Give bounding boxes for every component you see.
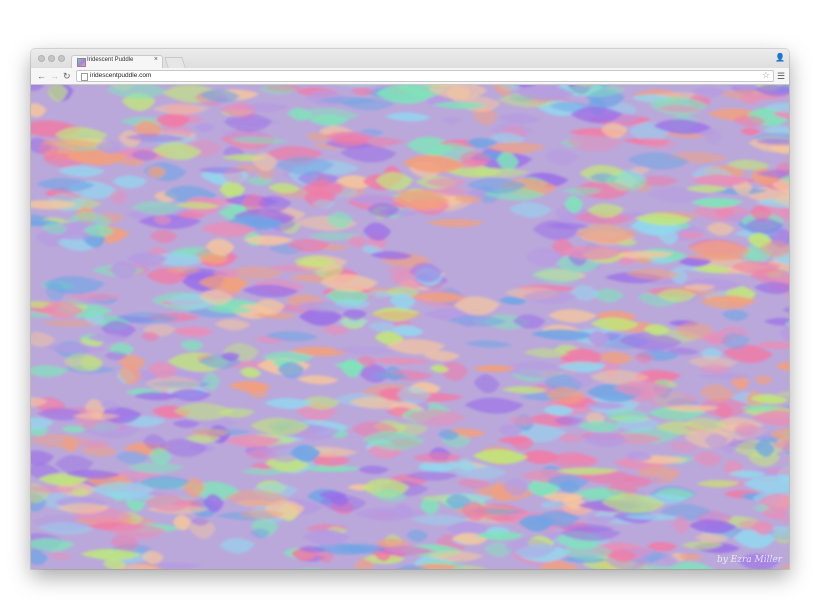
hamburger-menu-icon[interactable]: ☰	[777, 69, 785, 83]
profile-icon[interactable]: 👤	[775, 53, 785, 63]
bookmark-star-icon[interactable]: ☆	[762, 70, 770, 81]
back-arrow-icon[interactable]: ←	[37, 69, 46, 83]
browser-window: Iridescent Puddle × 👤 ← → ↻ iridescentpu…	[31, 49, 789, 569]
tab-title: Iridescent Puddle	[87, 57, 134, 63]
page-icon	[81, 73, 88, 81]
window-maximize-button[interactable]	[58, 55, 65, 62]
toolbar: ← → ↻ iridescentpuddle.com ☆ ☰	[31, 68, 789, 85]
artist-credit: by Ezra Miller	[716, 555, 782, 565]
url-text[interactable]: iridescentpuddle.com	[90, 72, 151, 79]
address-bar[interactable]: iridescentpuddle.com ☆	[76, 70, 774, 82]
page-canvas[interactable]: by Ezra Miller	[31, 85, 789, 569]
forward-arrow-icon[interactable]: →	[50, 69, 59, 83]
window-minimize-button[interactable]	[48, 55, 55, 62]
new-tab-button[interactable]	[164, 57, 186, 68]
browser-tab[interactable]: Iridescent Puddle ×	[71, 55, 163, 68]
window-close-button[interactable]	[38, 55, 45, 62]
tab-close-icon[interactable]: ×	[154, 56, 158, 63]
reload-icon[interactable]: ↻	[63, 69, 71, 83]
favicon-icon	[77, 58, 86, 67]
title-bar: Iridescent Puddle × 👤	[31, 49, 789, 68]
iridescent-artwork	[31, 85, 789, 569]
